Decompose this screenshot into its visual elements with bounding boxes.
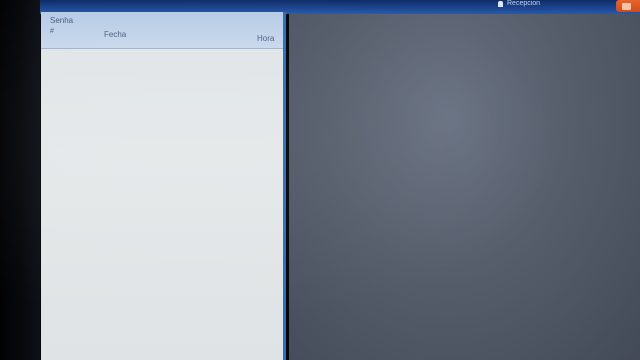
monitor-bezel <box>0 0 40 360</box>
action-button[interactable] <box>616 0 640 12</box>
panel-title: Senha <box>50 16 74 25</box>
user-indicator[interactable]: Recepcion <box>498 0 540 7</box>
column-header-time[interactable]: Hora <box>257 34 274 43</box>
turns-list[interactable] <box>41 49 283 360</box>
screen: Recepcion Senha # Fecha Hora <box>0 0 640 360</box>
main-content-area <box>289 14 640 360</box>
column-header-date[interactable]: Fecha <box>104 30 126 39</box>
exit-icon <box>622 2 631 10</box>
user-icon <box>498 0 503 7</box>
user-name: Recepcion <box>507 0 541 7</box>
column-header-number[interactable]: # <box>50 28 54 35</box>
turns-table-header: Senha # Fecha Hora <box>41 12 283 49</box>
turns-panel: Senha # Fecha Hora <box>41 12 286 360</box>
